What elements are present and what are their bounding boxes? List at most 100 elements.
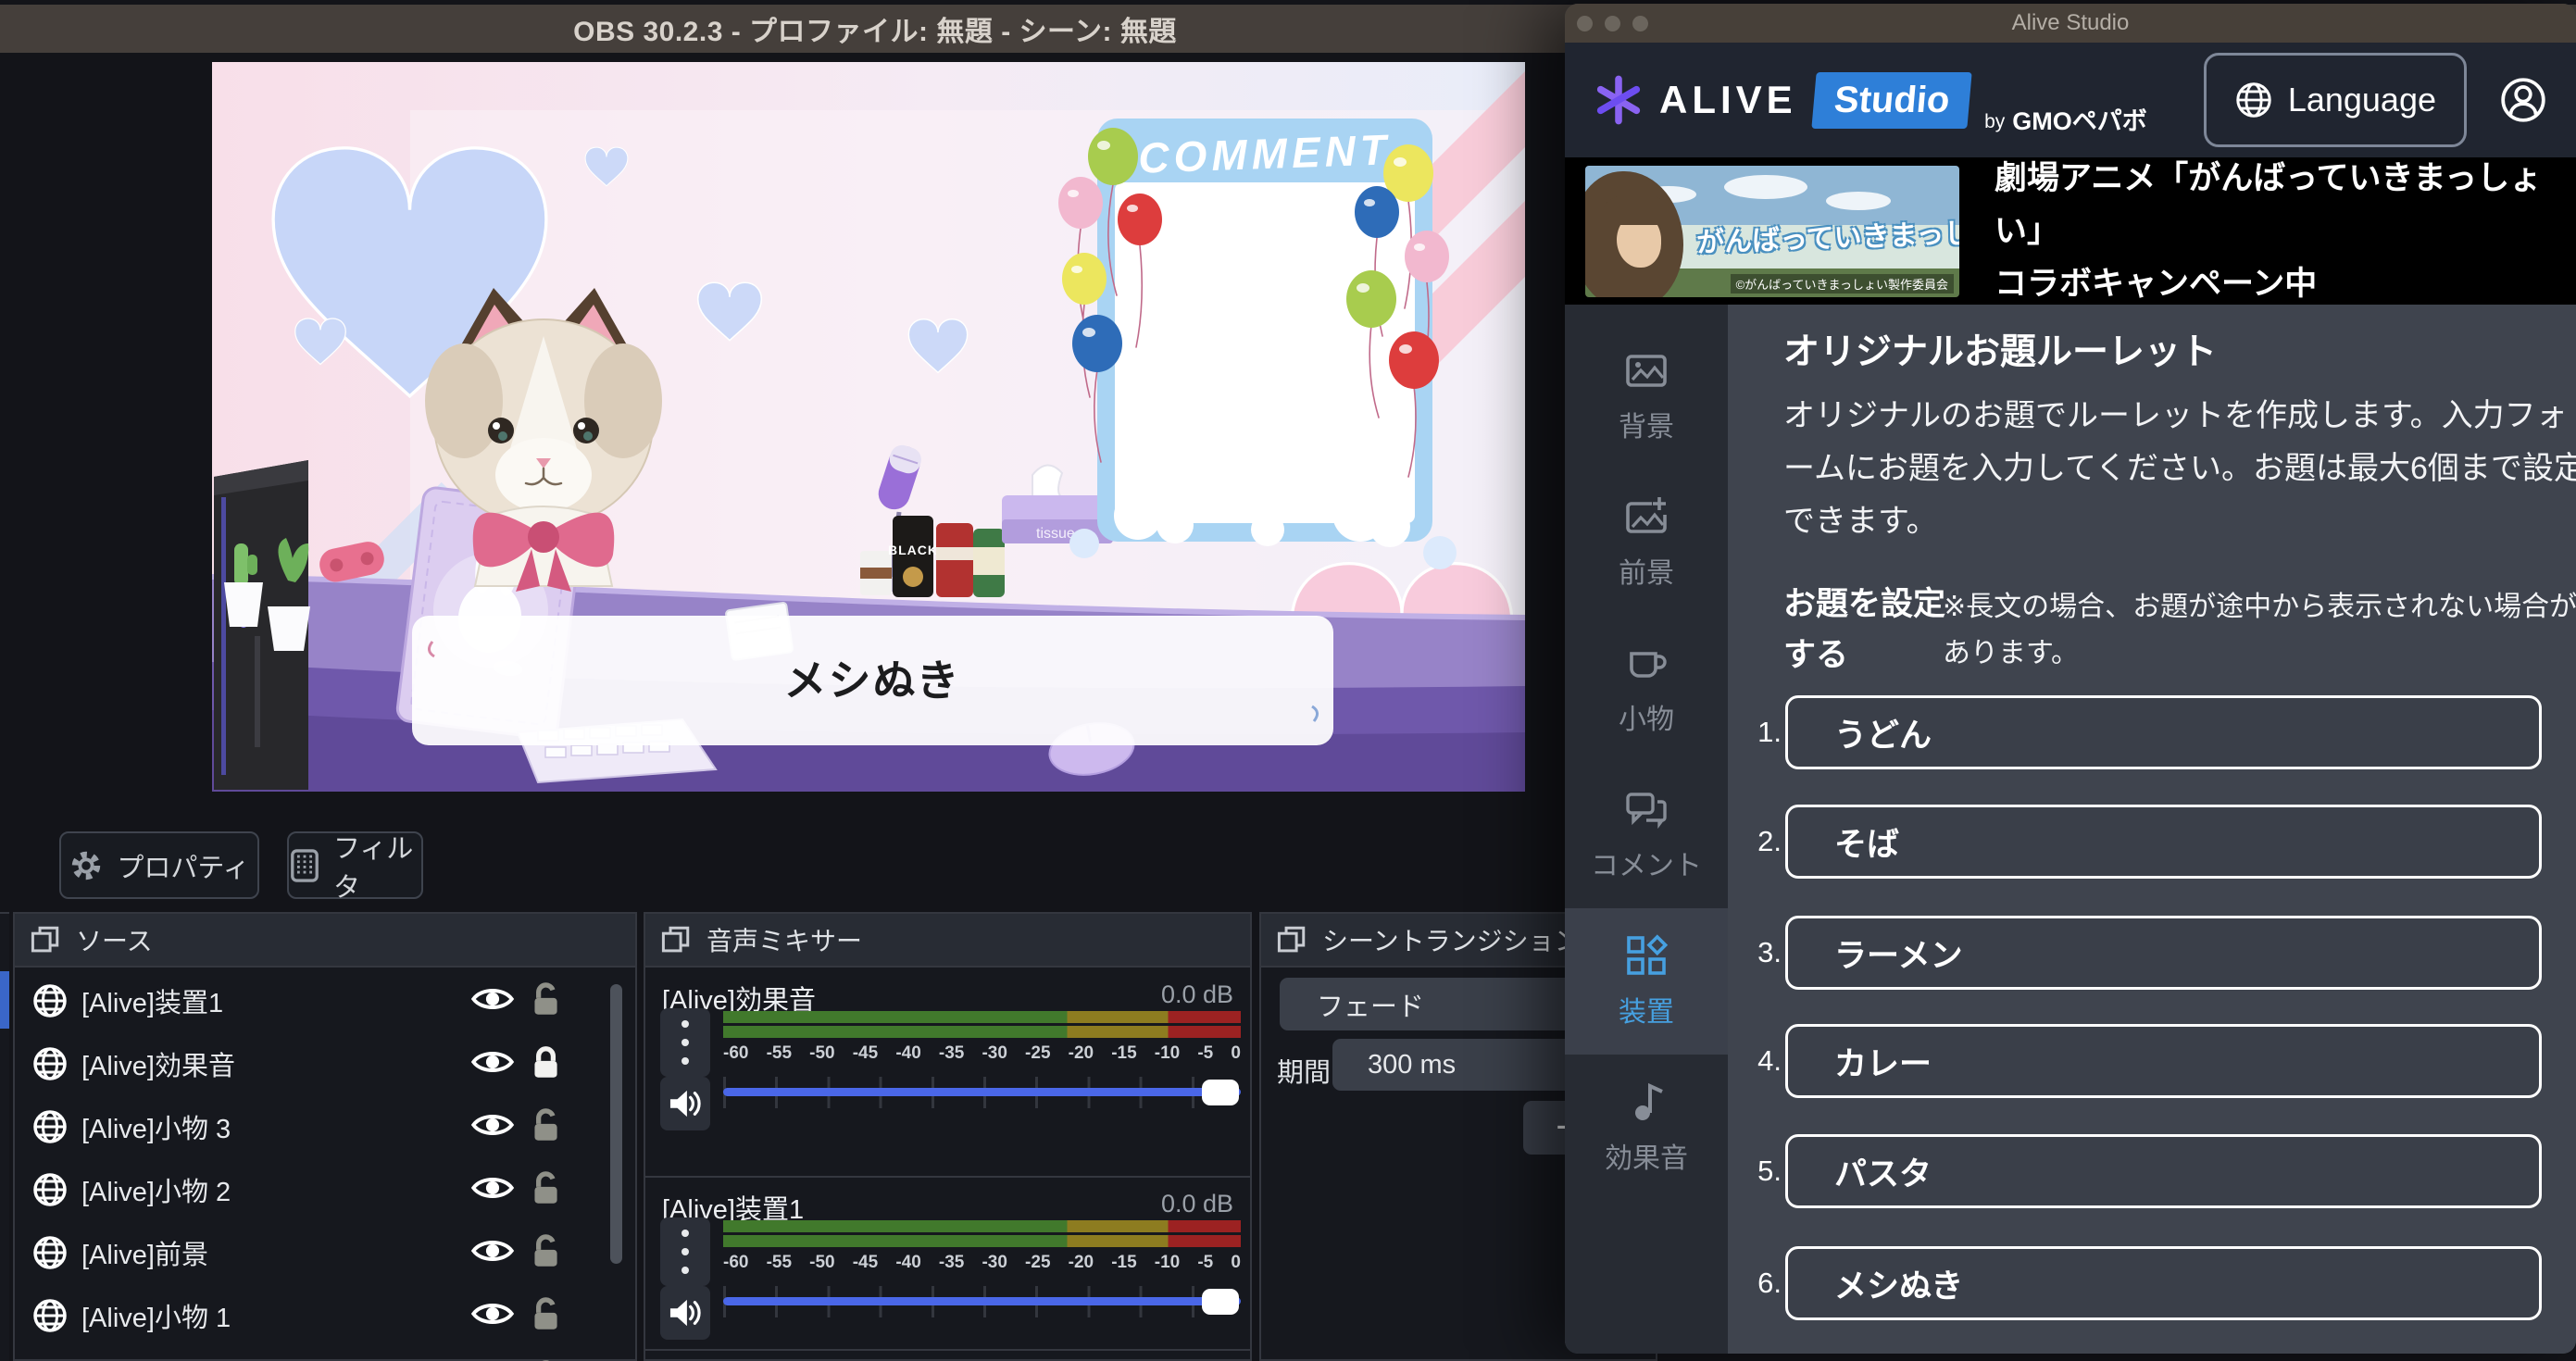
roulette-result-text: メシぬき xyxy=(783,656,960,705)
sidebar-label: 効果音 xyxy=(1605,1135,1688,1176)
language-label: Language xyxy=(2288,81,2436,119)
alive-logo-text: ALIVE xyxy=(1659,78,1797,122)
vu-meter xyxy=(723,1026,1241,1038)
sources-panel-header[interactable]: ソース xyxy=(15,914,635,968)
topic-input-3[interactable]: ラーメン xyxy=(1785,916,2542,990)
channel-menu-button[interactable] xyxy=(660,1008,710,1077)
alive-logo-icon xyxy=(1593,74,1644,126)
sidebar-label: 前景 xyxy=(1619,550,1674,591)
source-row-partial[interactable] xyxy=(15,1347,635,1361)
lock-open-icon[interactable] xyxy=(525,1106,566,1145)
topic-input-1[interactable]: うどん xyxy=(1785,695,2542,769)
browser-source-icon xyxy=(31,1171,69,1208)
source-row[interactable]: [Alive]前景 xyxy=(15,1221,635,1284)
obs-window-title: OBS 30.2.3 - プロファイル: 無題 - シーン: 無題 xyxy=(0,5,1750,53)
meter-scale: -60-55-50-45-40-35-30-25-20-15-10-50 xyxy=(723,1043,1241,1064)
transition-panel-title: シーントランジション xyxy=(1322,921,1581,958)
source-row[interactable]: [Alive]効果音 xyxy=(15,1032,635,1095)
topic-input-6[interactable]: メシぬき xyxy=(1785,1246,2542,1320)
lock-open-icon[interactable] xyxy=(525,1169,566,1208)
duration-value: 300 ms xyxy=(1368,1050,1456,1080)
source-row[interactable]: [Alive]小物 3 xyxy=(15,1095,635,1158)
panel-icon xyxy=(660,924,692,955)
visibility-eye-icon[interactable] xyxy=(470,979,515,1019)
can-label: BLACK xyxy=(888,543,938,557)
sidebar-label: 小物 xyxy=(1619,696,1674,737)
alive-window-title: Alive Studio xyxy=(1565,10,2576,36)
visibility-eye-icon[interactable] xyxy=(470,1230,515,1271)
campaign-banner[interactable]: がんばっていきまっしょい ©がんばっていきまっしょい製作委員会 劇場アニメ「がん… xyxy=(1565,157,2576,305)
topic-value: パスタ xyxy=(1834,1148,1932,1195)
cup-icon xyxy=(1624,641,1669,685)
sidebar-item-props[interactable]: 小物 xyxy=(1565,616,1728,762)
filters-label: フィルタ xyxy=(333,827,421,905)
sidebar-item-background[interactable]: 背景 xyxy=(1565,323,1728,469)
byline-by: by xyxy=(1984,111,2005,133)
tissue-label: tissue xyxy=(1036,526,1075,542)
vu-meter xyxy=(723,1220,1241,1232)
divider xyxy=(645,1349,1250,1351)
volume-slider[interactable] xyxy=(723,1088,1241,1096)
lock-open-icon[interactable] xyxy=(525,1232,566,1271)
channel-menu-button[interactable] xyxy=(660,1217,710,1286)
speaker-icon xyxy=(668,1297,703,1329)
filters-button[interactable]: フィルタ xyxy=(287,831,423,899)
lock-closed-icon[interactable] xyxy=(525,1043,566,1082)
mixer-channel-db: 0.0 dB xyxy=(1161,980,1233,1009)
volume-slider-handle[interactable] xyxy=(1202,1080,1239,1105)
sidebar-item-device[interactable]: 装置 xyxy=(1565,908,1728,1055)
topic-value: うどん xyxy=(1834,709,1932,756)
alive-header: ALIVE Studio by GMOペパボ Language xyxy=(1565,43,2576,157)
alive-titlebar: Alive Studio xyxy=(1565,4,2576,43)
source-name: [Alive]装置1 xyxy=(81,981,223,1020)
sidebar-item-sound-effect[interactable]: 効果音 xyxy=(1565,1055,1728,1201)
lock-open-icon[interactable] xyxy=(525,1295,566,1334)
visibility-eye-icon[interactable] xyxy=(470,1167,515,1208)
topic-number: 5. xyxy=(1739,1155,1782,1188)
banner-caption-line1: 劇場アニメ「がんばっていきまっしょい」 xyxy=(1995,152,2576,257)
byline-brand: GMOペパボ xyxy=(2012,101,2147,137)
volume-slider-handle[interactable] xyxy=(1202,1289,1239,1315)
mute-speaker-button[interactable] xyxy=(660,1286,710,1340)
sources-scrollbar[interactable] xyxy=(610,984,622,1264)
sidebar-item-foreground[interactable]: 前景 xyxy=(1565,469,1728,616)
source-row[interactable]: [Alive]小物 1 xyxy=(15,1284,635,1347)
topic-number: 2. xyxy=(1739,825,1782,858)
scenes-panel-fragment xyxy=(0,912,9,1361)
topic-value: そば xyxy=(1834,818,1899,866)
duration-label: 期間 xyxy=(1277,1051,1331,1090)
divider xyxy=(645,1176,1250,1178)
topic-input-4[interactable]: カレー xyxy=(1785,1024,2542,1098)
mixer-panel-title: 音声ミキサー xyxy=(707,921,862,958)
visibility-eye-icon[interactable] xyxy=(470,1105,515,1145)
volume-slider[interactable] xyxy=(723,1297,1241,1305)
scene-selected-fragment[interactable] xyxy=(0,971,9,1029)
mixer-panel-header[interactable]: 音声ミキサー xyxy=(645,914,1250,968)
mixer-body: [Alive]効果音 0.0 dB -60-55-50-45-40-35-30-… xyxy=(645,968,1250,1361)
account-icon[interactable] xyxy=(2498,75,2548,125)
image-icon xyxy=(1624,348,1669,393)
visibility-eye-icon[interactable] xyxy=(470,1356,515,1361)
sidebar-item-comment[interactable]: コメント xyxy=(1565,762,1728,908)
visibility-eye-icon[interactable] xyxy=(470,1293,515,1334)
comment-icon xyxy=(1624,787,1669,831)
mute-speaker-button[interactable] xyxy=(660,1077,710,1130)
topic-number: 1. xyxy=(1739,716,1782,749)
banner-caption: 劇場アニメ「がんばっていきまっしょい」 コラボキャンペーン中 xyxy=(1995,152,2576,310)
topic-input-2[interactable]: そば xyxy=(1785,805,2542,879)
page-description: オリジナルのお題でルーレットを作成します。入力フォームにお題を入力してください。… xyxy=(1783,390,2576,548)
topic-input-5[interactable]: パスタ xyxy=(1785,1134,2542,1208)
source-row[interactable]: [Alive]装置1 xyxy=(15,969,635,1032)
lock-open-icon[interactable] xyxy=(525,980,566,1019)
sources-panel-title: ソース xyxy=(76,921,153,958)
visibility-eye-icon[interactable] xyxy=(470,1042,515,1082)
note-icon xyxy=(1624,1080,1669,1124)
source-row[interactable]: [Alive]小物 2 xyxy=(15,1158,635,1221)
language-button[interactable]: Language xyxy=(2204,53,2467,147)
browser-source-icon xyxy=(31,1234,69,1271)
topic-number: 3. xyxy=(1739,936,1782,969)
properties-button[interactable]: プロパティ xyxy=(59,831,259,899)
banner-image-credit: ©がんばっていきまっしょい製作委員会 xyxy=(1731,274,1954,293)
topics-note: ※長文の場合、お題が途中から表示されない場合があります。 xyxy=(1943,584,2576,677)
source-name: [Alive]小物 2 xyxy=(81,1170,231,1209)
